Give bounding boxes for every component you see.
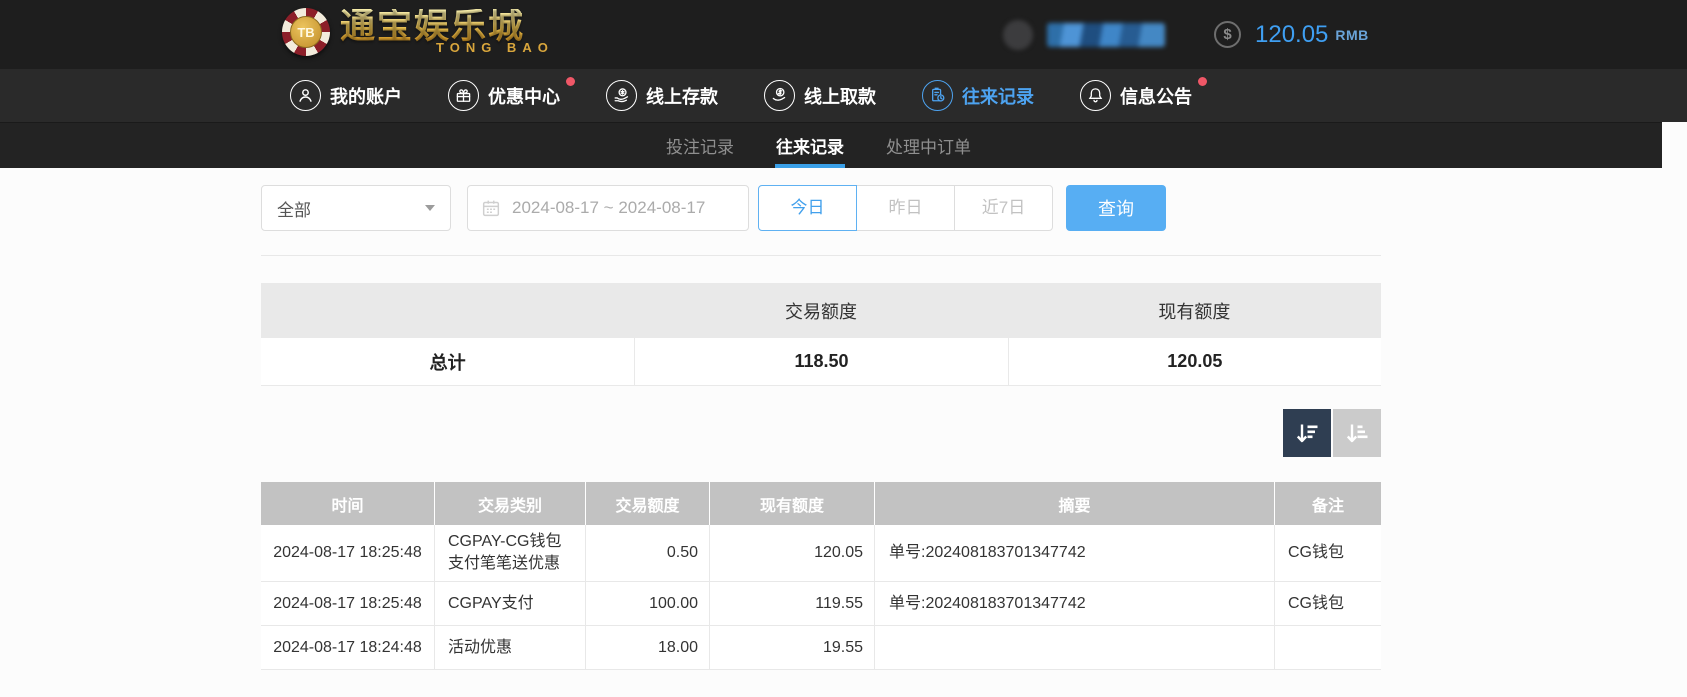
section-divider xyxy=(261,255,1381,256)
nav-label: 我的账户 xyxy=(330,86,402,107)
range-button-last7days[interactable]: 近7日 xyxy=(954,185,1053,231)
range-button-yesterday[interactable]: 昨日 xyxy=(856,185,955,231)
col-header-amount: 交易额度 xyxy=(585,482,709,525)
cell-amount: 0.50 xyxy=(585,525,709,581)
table-row: 2024-08-17 18:25:48 CGPAY-CG钱包支付笔笔送优惠 0.… xyxy=(261,525,1381,582)
nav-label: 优惠中心 xyxy=(488,86,560,107)
balance-amount: 120.05 xyxy=(1255,20,1329,48)
tab-label: 处理中订单 xyxy=(886,138,971,157)
nav-label: 线上存款 xyxy=(646,86,718,107)
col-header-balance: 现有额度 xyxy=(709,482,874,525)
cell-remark: CG钱包 xyxy=(1274,582,1381,625)
cell-type: 活动优惠 xyxy=(434,626,585,669)
summary-header-row: 交易额度 现有额度 xyxy=(261,283,1381,338)
user-account[interactable] xyxy=(1003,0,1165,69)
tab-betting-records[interactable]: 投注记录 xyxy=(666,123,734,168)
withdraw-icon xyxy=(764,80,795,111)
active-tab-underline xyxy=(775,164,845,168)
records-table: 时间 交易类别 交易额度 现有额度 摘要 备注 2024-08-17 18:25… xyxy=(261,482,1381,670)
range-button-today[interactable]: 今日 xyxy=(758,185,857,231)
cell-amount: 100.00 xyxy=(585,582,709,625)
cell-balance: 119.55 xyxy=(709,582,874,625)
cell-amount: 18.00 xyxy=(585,626,709,669)
logo-subtitle: TONG BAO xyxy=(436,40,554,55)
col-header-remark: 备注 xyxy=(1274,482,1381,525)
main-navigation: 我的账户 优惠中心 线上存款 线上取款 往来记录 信息公告 xyxy=(0,69,1687,122)
nav-item-withdraw[interactable]: 线上取款 xyxy=(764,80,876,111)
search-button[interactable]: 查询 xyxy=(1066,185,1166,231)
summary-total-row: 总计 118.50 120.05 xyxy=(261,338,1381,386)
calendar-icon xyxy=(482,200,500,217)
summary-header-transaction: 交易额度 xyxy=(784,301,857,322)
cell-remark: CG钱包 xyxy=(1274,525,1381,581)
summary-header-empty xyxy=(261,283,634,338)
col-header-type: 交易类别 xyxy=(434,482,585,525)
cell-time: 2024-08-17 18:24:48 xyxy=(273,638,422,656)
notification-dot xyxy=(566,77,575,86)
balance-currency: RMB xyxy=(1335,26,1369,43)
nav-item-promotions[interactable]: 优惠中心 xyxy=(448,77,575,111)
cell-balance: 120.05 xyxy=(709,525,874,581)
top-bar: TB 通宝娱乐城 TONG BAO $ 120.05 RMB xyxy=(0,0,1687,69)
cell-time: 2024-08-17 18:25:48 xyxy=(273,544,422,561)
nav-label: 往来记录 xyxy=(962,86,1034,107)
cell-balance: 19.55 xyxy=(709,626,874,669)
user-icon xyxy=(290,80,321,111)
username-redacted xyxy=(1047,22,1165,47)
summary-header-balance: 现有额度 xyxy=(1158,301,1231,322)
sort-ascending-icon xyxy=(1346,424,1367,442)
type-select[interactable]: 全部 xyxy=(261,185,451,231)
balance-display: $ 120.05 RMB xyxy=(1214,0,1369,69)
summary-current-balance: 120.05 xyxy=(1007,338,1381,385)
summary-total-label: 总计 xyxy=(429,352,466,373)
site-logo[interactable]: TB 通宝娱乐城 TONG BAO xyxy=(282,8,554,56)
col-header-summary: 摘要 xyxy=(874,482,1274,525)
date-range-value: 2024-08-17 ~ 2024-08-17 xyxy=(512,198,706,217)
tab-transaction-records[interactable]: 往来记录 xyxy=(775,123,845,168)
gift-icon xyxy=(448,80,479,111)
sub-navigation: 投注记录 往来记录 处理中订单 xyxy=(0,122,1662,168)
sort-descending-icon xyxy=(1296,424,1317,442)
summary-transaction-amount: 118.50 xyxy=(634,338,1007,385)
nav-item-my-account[interactable]: 我的账户 xyxy=(290,80,402,111)
cell-time: 2024-08-17 18:25:48 xyxy=(273,594,422,612)
notification-dot xyxy=(1198,77,1207,86)
chevron-down-icon xyxy=(425,205,435,211)
avatar xyxy=(1003,19,1033,50)
cell-summary: 单号:202408183701347742 xyxy=(874,582,1274,625)
col-header-time: 时间 xyxy=(331,497,364,515)
cell-type: CGPAY-CG钱包支付笔笔送优惠 xyxy=(434,525,585,581)
nav-item-deposit[interactable]: 线上存款 xyxy=(606,80,718,111)
tab-pending-orders[interactable]: 处理中订单 xyxy=(886,123,971,168)
nav-label: 信息公告 xyxy=(1120,86,1192,107)
table-row: 2024-08-17 18:25:48 CGPAY支付 100.00 119.5… xyxy=(261,582,1381,626)
quick-range-group: 今日 昨日 近7日 xyxy=(758,185,1053,231)
main-content: 全部 2024-08-17 ~ 2024-08-17 今日 昨日 近7日 查询 … xyxy=(261,185,1381,670)
sort-ascending-button[interactable] xyxy=(1333,409,1381,457)
filter-bar: 全部 2024-08-17 ~ 2024-08-17 今日 昨日 近7日 查询 xyxy=(261,185,1381,231)
logo-text: 通宝娱乐城 TONG BAO xyxy=(340,9,554,56)
type-select-value: 全部 xyxy=(277,200,311,220)
nav-label: 线上取款 xyxy=(804,86,876,107)
chip-monogram: TB xyxy=(290,16,322,48)
cell-remark xyxy=(1274,626,1381,669)
sort-descending-button[interactable] xyxy=(1283,409,1331,457)
summary-table: 交易额度 现有额度 总计 118.50 120.05 xyxy=(261,283,1381,386)
cell-summary: 单号:202408183701347742 xyxy=(874,525,1274,581)
nav-item-transaction-records[interactable]: 往来记录 xyxy=(922,80,1034,111)
casino-chip-icon: TB xyxy=(282,8,330,56)
cell-type: CGPAY支付 xyxy=(434,582,585,625)
sort-controls xyxy=(261,409,1381,457)
dollar-icon: $ xyxy=(1214,21,1241,48)
records-header-row: 时间 交易类别 交易额度 现有额度 摘要 备注 xyxy=(261,482,1381,525)
cell-summary xyxy=(874,626,1274,669)
date-range-input[interactable]: 2024-08-17 ~ 2024-08-17 xyxy=(467,185,749,231)
nav-item-announcements[interactable]: 信息公告 xyxy=(1080,77,1207,111)
records-icon xyxy=(922,80,953,111)
tab-label: 往来记录 xyxy=(776,138,844,157)
table-row: 2024-08-17 18:24:48 活动优惠 18.00 19.55 xyxy=(261,626,1381,670)
deposit-icon xyxy=(606,80,637,111)
tab-label: 投注记录 xyxy=(666,138,734,157)
bell-icon xyxy=(1080,80,1111,111)
